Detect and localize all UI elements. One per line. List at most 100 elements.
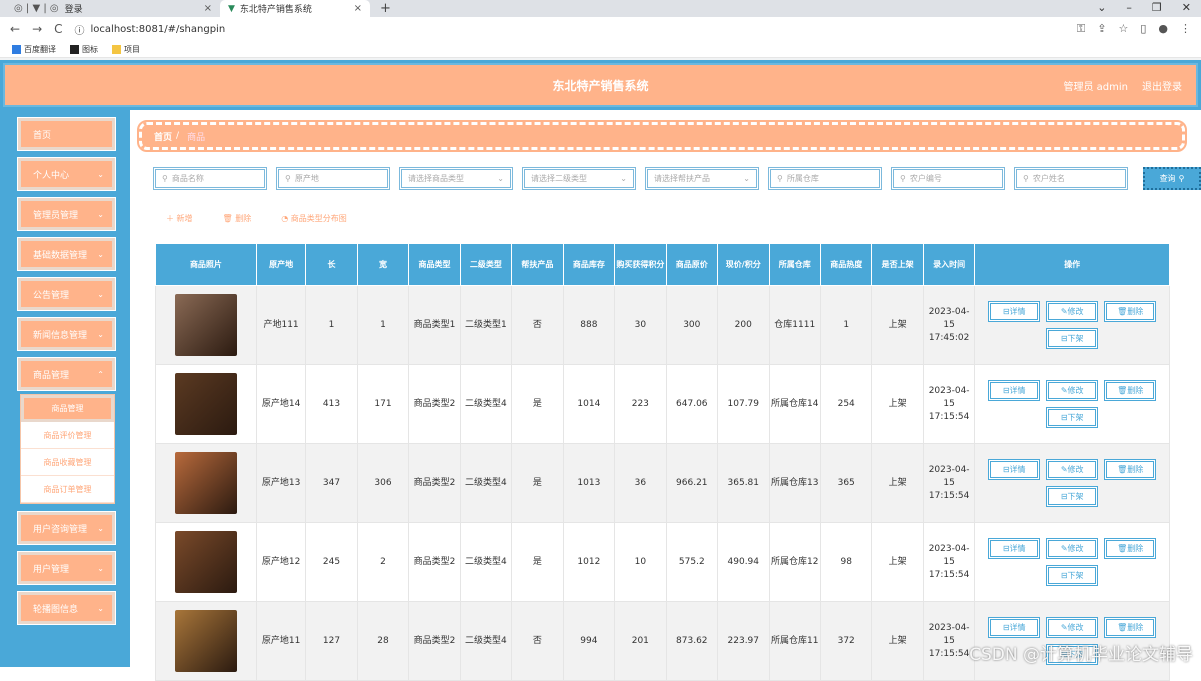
product-photo[interactable] xyxy=(174,452,237,514)
folder-icon xyxy=(112,44,121,54)
detail-button[interactable]: ⊟ 详情 xyxy=(988,380,1041,401)
delete-row-button[interactable]: 🗑 删除 xyxy=(1104,301,1157,322)
browser-tab-login[interactable]: ◎ | ▼ | ◎ 登录 × xyxy=(0,0,220,17)
farmer-no-input[interactable]: ⚲ 农户编号 xyxy=(891,167,1005,190)
offshelf-button[interactable]: ⊟ 下架 xyxy=(1046,328,1099,349)
close-window-icon[interactable]: ✕ xyxy=(1182,1,1191,14)
cell-type1: 商品类型1 xyxy=(408,285,461,365)
submenu-item-reviews[interactable]: 商品评价管理 xyxy=(21,422,114,449)
key-icon[interactable]: ⚿ xyxy=(1077,22,1085,36)
sidebar-item-carousel[interactable]: 轮播图信息 ⌄ xyxy=(17,591,116,625)
placeholder: 请选择二级类型 xyxy=(531,174,587,183)
sidebar-item-basic-data[interactable]: 基础数据管理 ⌄ xyxy=(17,237,116,271)
menu-icon[interactable]: ⋮ xyxy=(1180,22,1191,36)
search-icon: ⚲ xyxy=(285,174,291,183)
vue-logo-icon: ▼ xyxy=(228,3,235,14)
edit-button[interactable]: ✎ 修改 xyxy=(1046,617,1099,638)
profile-icon[interactable]: ● xyxy=(1158,22,1168,36)
goods-table: 商品照片 原产地长宽商品类型 二级类型 帮扶产品 商品库存 购买获得积分 商品原价 现价/积分… xyxy=(155,243,1170,681)
cell-help: 是 xyxy=(511,522,564,602)
delete-row-button[interactable]: 🗑 删除 xyxy=(1104,459,1157,480)
product-photo[interactable] xyxy=(174,531,237,593)
back-icon[interactable]: ← xyxy=(10,22,20,36)
share-icon[interactable]: ⇪ xyxy=(1097,22,1106,36)
edit-button[interactable]: ✎ 修改 xyxy=(1046,459,1099,480)
cell-warehouse: 所属仓库11 xyxy=(768,601,821,681)
button-label: 下架 xyxy=(1067,334,1084,343)
close-tab-icon[interactable]: × xyxy=(204,3,212,14)
offshelf-button[interactable]: ⊟ 下架 xyxy=(1046,486,1099,507)
add-button[interactable]: ＋ 新增 xyxy=(166,213,193,224)
search-icon: ⚲ xyxy=(162,174,168,183)
minimize-icon[interactable]: – xyxy=(1126,1,1132,14)
detail-button[interactable]: ⊟ 详情 xyxy=(988,538,1041,559)
cell-length: 413 xyxy=(305,364,358,444)
detail-button[interactable]: ⊟ 详情 xyxy=(988,617,1041,638)
edit-button[interactable]: ✎ 修改 xyxy=(1046,538,1099,559)
warehouse-input[interactable]: ⚲ 所属仓库 xyxy=(768,167,882,190)
product-photo[interactable] xyxy=(174,373,237,435)
submenu-item-favorites[interactable]: 商品收藏管理 xyxy=(21,449,114,476)
detail-button[interactable]: ⊟ 详情 xyxy=(988,459,1041,480)
cell-warehouse: 所属仓库14 xyxy=(768,364,821,444)
delete-row-button[interactable]: 🗑 删除 xyxy=(1104,538,1157,559)
url-field[interactable]: ⓘ localhost:8081/#/shangpin xyxy=(75,22,226,37)
pie-chart-icon: ◔ xyxy=(281,214,291,223)
logout-link[interactable]: 退出登录 xyxy=(1142,78,1182,93)
cell-heat: 372 xyxy=(819,601,873,681)
sub-type-select[interactable]: 请选择二级类型 ⌄ xyxy=(522,167,636,190)
star-icon[interactable]: ☆ xyxy=(1118,22,1128,36)
trash-icon: 🗑 xyxy=(222,214,236,223)
sidebar-item-label: 用户管理 xyxy=(33,564,70,575)
column-header: 商品类型 xyxy=(408,243,461,286)
delete-row-button[interactable]: 🗑 删除 xyxy=(1104,380,1157,401)
chevron-down-icon[interactable]: ⌄ xyxy=(1097,1,1106,14)
sidebar-item-admin[interactable]: 管理员管理 ⌄ xyxy=(17,197,116,231)
forward-icon[interactable]: → xyxy=(32,22,42,36)
sidebar-item-profile[interactable]: 个人中心 ⌄ xyxy=(17,157,116,191)
bookmark-item[interactable]: 图标 xyxy=(70,44,98,55)
placeholder: 原产地 xyxy=(294,174,319,183)
sidebar-item-news[interactable]: 新闻信息管理 ⌄ xyxy=(17,317,116,351)
sidebar-item-notice[interactable]: 公告管理 ⌄ xyxy=(17,277,116,311)
bookmark-item[interactable]: 项目 xyxy=(112,44,140,55)
edit-button[interactable]: ✎ 修改 xyxy=(1046,301,1099,322)
query-button[interactable]: 查询 ⚲ xyxy=(1143,167,1201,190)
reload-icon[interactable]: C xyxy=(54,22,62,36)
bookmark-item[interactable]: 百度翻译 xyxy=(12,44,56,55)
sidebar-item-label: 基础数据管理 xyxy=(33,250,88,261)
browser-tab-active[interactable]: ▼ 东北特产销售系统 × xyxy=(220,0,370,17)
sidebar-item-users[interactable]: 用户管理 ⌄ xyxy=(17,551,116,585)
column-header: 原产地 xyxy=(255,243,307,286)
sidebar-item-consult[interactable]: 用户咨询管理 ⌄ xyxy=(17,511,116,545)
detail-button[interactable]: ⊟ 详情 xyxy=(988,301,1041,322)
offshelf-button[interactable]: ⊟ 下架 xyxy=(1046,565,1099,586)
sidebar-item-goods[interactable]: 商品管理 ⌃ xyxy=(17,357,116,391)
product-photo[interactable] xyxy=(174,294,237,356)
product-photo[interactable] xyxy=(174,610,237,672)
breadcrumb-home[interactable]: 首页 xyxy=(154,130,172,143)
origin-input[interactable]: ⚲ 原产地 xyxy=(276,167,390,190)
goods-name-input[interactable]: ⚲ 商品名称 xyxy=(153,167,267,190)
sidepanel-icon[interactable]: ▯ xyxy=(1140,22,1146,36)
delete-button[interactable]: 🗑 删除 xyxy=(223,213,252,224)
pencil-icon: ✎ xyxy=(1060,623,1068,632)
submenu-item-goods[interactable]: 商品管理 xyxy=(21,395,114,422)
help-product-select[interactable]: 请选择帮扶产品 ⌄ xyxy=(645,167,759,190)
sidebar-item-home[interactable]: 首页 xyxy=(17,117,116,151)
maximize-icon[interactable]: ❐ xyxy=(1152,1,1162,14)
sidebar-item-label: 商品管理 xyxy=(33,370,70,381)
farmer-name-input[interactable]: ⚲ 农户姓名 xyxy=(1014,167,1128,190)
row-actions: ⊟ 详情 ✎ 修改 🗑 删除 ⊟ 下架 xyxy=(975,380,1169,428)
offshelf-button[interactable]: ⊟ 下架 xyxy=(1046,407,1099,428)
cell-type2: 二级类型4 xyxy=(459,522,513,602)
close-tab-icon[interactable]: × xyxy=(354,3,362,14)
address-bar: ← → C ⓘ localhost:8081/#/shangpin ⚿ ⇪ ☆ … xyxy=(0,17,1201,41)
delete-row-button[interactable]: 🗑 删除 xyxy=(1104,617,1157,638)
submenu-item-orders[interactable]: 商品订单管理 xyxy=(21,476,114,503)
chevron-up-icon: ⌃ xyxy=(97,369,104,379)
edit-button[interactable]: ✎ 修改 xyxy=(1046,380,1099,401)
new-tab-icon[interactable]: + xyxy=(380,1,391,16)
goods-type-select[interactable]: 请选择商品类型 ⌄ xyxy=(399,167,513,190)
chart-button[interactable]: ◔ 商品类型分布图 xyxy=(281,213,347,224)
